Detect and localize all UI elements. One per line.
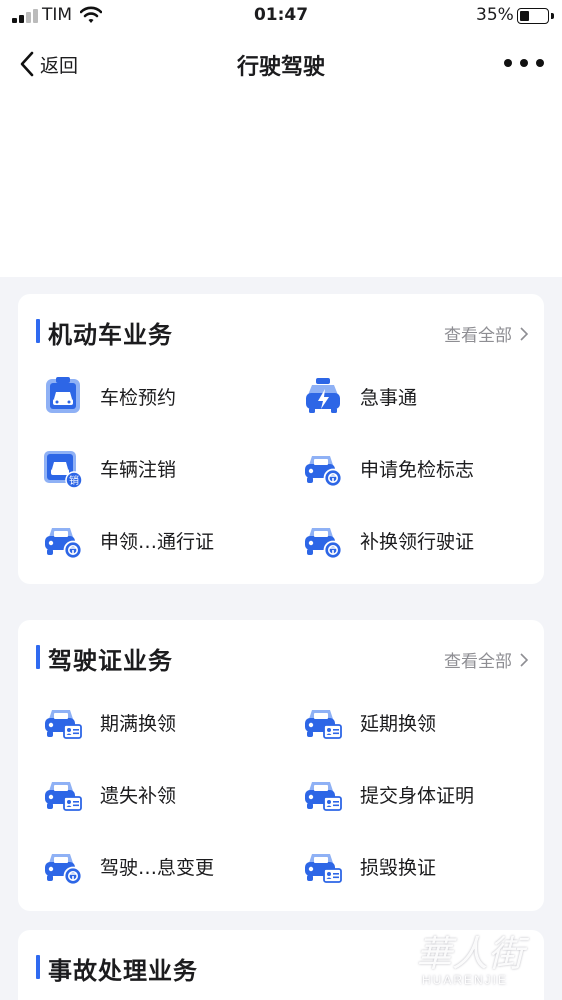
section-accent-bar [36,645,40,669]
section-title: 事故处理业务 [48,957,198,985]
service-label: 申请免检标志 [360,458,475,481]
service-label: 申领…通行证 [100,530,215,553]
car-badge-icon [305,528,343,560]
service-label: 提交身体证明 [360,784,475,807]
see-all-label: 查看全部 [444,326,512,346]
see-all-link[interactable]: 查看全部 [444,321,528,346]
service-item[interactable]: 车检预约 [42,370,282,422]
service-label: 驾驶…息变更 [100,856,215,879]
section-title: 机动车业务 [48,321,173,349]
urgent-car-icon [306,378,340,413]
chevron-right-icon [520,326,528,341]
service-label: 损毁换证 [360,856,437,879]
car-id-card-icon [305,854,342,883]
watermark-cn: 華人街 [416,934,525,975]
car-inspection-icon [46,377,80,413]
card-header: 驾驶证业务 查看全部 [18,620,544,696]
car-badge-icon [45,528,83,560]
watermark-logo: 華人街 HUARENJIE [408,925,558,997]
page-header-area [0,0,562,277]
status-bar: TIM 01:47 35% [0,0,562,32]
service-label: 补换领行驶证 [360,530,475,553]
battery-percent: 35% [476,5,514,25]
car-id-card-icon [305,710,342,739]
car-cancel-icon: 销 [44,451,83,489]
service-label: 遗失补领 [100,784,177,807]
battery-icon [517,8,549,24]
car-id-card-icon [45,710,82,739]
service-label: 期满换领 [100,712,177,735]
service-item[interactable]: 提交身体证明 [302,768,542,820]
car-badge-icon [45,854,83,886]
page-title: 行驶驾驶 [236,55,325,80]
service-label: 延期换领 [360,712,437,735]
service-item[interactable]: 急事通 [302,370,542,422]
section-accent-bar [36,319,40,343]
svg-text:销: 销 [69,474,79,487]
service-label: 车检预约 [100,386,177,409]
more-options-button[interactable] [504,56,544,70]
service-item[interactable]: 延期换领 [302,696,542,748]
see-all-link[interactable]: 查看全部 [444,647,528,672]
card-header: 机动车业务 查看全部 [18,294,544,370]
service-item[interactable]: 期满换领 [42,696,282,748]
chevron-right-icon [520,652,528,667]
service-item[interactable]: 遗失补领 [42,768,282,820]
service-item[interactable]: 申领…通行证 [42,514,282,566]
service-item[interactable]: 驾驶…息变更 [42,840,282,892]
see-all-label: 查看全部 [444,652,512,672]
section-accent-bar [36,955,40,979]
vehicle-services-card: 机动车业务 查看全部 车检预约 急事通 销 车辆注销 申请免检标志 申领…通行证… [18,294,544,584]
section-title: 驾驶证业务 [48,647,173,675]
service-item[interactable]: 损毁换证 [302,840,542,892]
license-services-card: 驾驶证业务 查看全部 期满换领 延期换领 遗失补领 提交身体证明 驾驶…息变更 … [18,620,544,911]
service-label: 车辆注销 [100,458,177,481]
watermark-en: HUARENJIE [422,973,509,987]
service-item[interactable]: 销 车辆注销 [42,442,282,494]
dot-icon [536,59,544,67]
dot-icon [504,59,512,67]
service-item[interactable]: 申请免检标志 [302,442,542,494]
service-item[interactable]: 补换领行驶证 [302,514,542,566]
car-id-card-icon [45,782,82,811]
car-badge-icon [305,456,343,488]
service-label: 急事通 [360,386,418,409]
battery-cap [551,13,554,19]
car-id-card-icon [305,782,342,811]
dot-icon [520,59,528,67]
